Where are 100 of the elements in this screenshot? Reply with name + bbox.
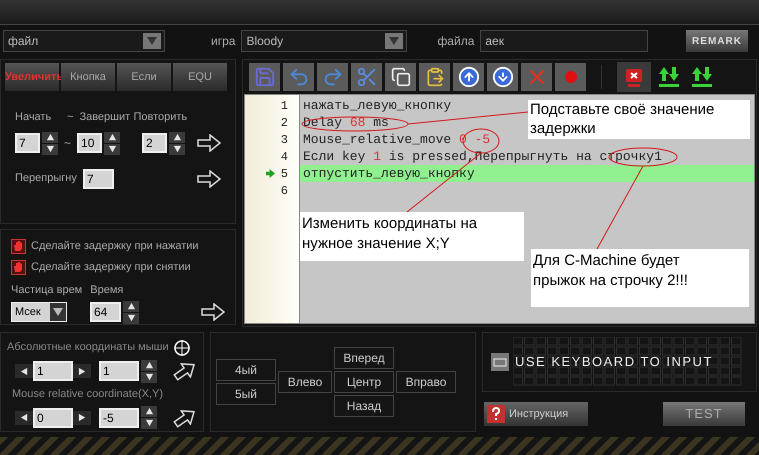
- dropdown-caret-icon: [50, 303, 66, 321]
- line-number: 1: [280, 98, 288, 114]
- increment-button[interactable]: [104, 132, 120, 142]
- time-label: Время: [90, 283, 124, 298]
- line-number: 5: [280, 166, 288, 182]
- line-number: 2: [280, 114, 288, 132]
- mouse-button[interactable]: Влево: [278, 371, 332, 393]
- line-number: 4: [280, 148, 288, 166]
- annotation-note: Для C-Machine будет прыжок на строчку 2!!!: [531, 249, 749, 307]
- command-tab[interactable]: Кнопка: [61, 63, 115, 91]
- help-button[interactable]: Инструкция: [484, 402, 588, 426]
- up-down-arrows-icon: [690, 65, 714, 89]
- record-icon: [564, 70, 578, 84]
- number-field[interactable]: 64: [90, 302, 121, 322]
- remark-button[interactable]: REMARK: [686, 30, 748, 52]
- absolute-coordinates-label: Абсолютные координаты мыши: [7, 340, 169, 355]
- save-icon: [254, 66, 276, 88]
- line-number: 6: [280, 182, 288, 200]
- apply-arrow-button[interactable]: [201, 302, 225, 322]
- outline-arrow-icon: [197, 170, 221, 188]
- triangle-up-icon: [46, 132, 54, 142]
- keyboard-input-label[interactable]: USE KEYBOARD TO INPUT: [515, 352, 713, 372]
- decrement-button[interactable]: [42, 144, 58, 154]
- triangle-down-icon: [144, 419, 154, 428]
- decrease-button[interactable]: [15, 410, 33, 424]
- game-dropdown[interactable]: Bloody: [241, 30, 408, 52]
- triangle-up-icon: [172, 132, 182, 142]
- start-label: Начать: [15, 110, 52, 125]
- number-field[interactable]: 1: [99, 361, 139, 381]
- decrement-button[interactable]: [123, 312, 139, 324]
- current-line-icon: [266, 169, 275, 178]
- mouse-button[interactable]: 4ый: [216, 359, 276, 381]
- hand-icon: [11, 239, 26, 254]
- triangle-down-icon: [126, 314, 136, 322]
- increment-button[interactable]: [141, 360, 157, 370]
- increment-button[interactable]: [141, 406, 157, 417]
- relative-coordinates-label: Mouse relative coordinate(X,Y): [12, 386, 164, 402]
- delay-option-label[interactable]: Сделайте задержку при снятии: [31, 259, 191, 276]
- number-field[interactable]: 10: [77, 133, 102, 153]
- time-unit-dropdown[interactable]: Мсек: [11, 302, 67, 322]
- triangle-down-icon: [144, 372, 154, 382]
- end-label: Завершит: [79, 110, 128, 125]
- triangle-up-icon: [144, 407, 154, 416]
- file-dropdown[interactable]: файл: [3, 30, 165, 52]
- increment-button[interactable]: [123, 300, 139, 312]
- number-field[interactable]: 0: [33, 408, 73, 428]
- mouse-button[interactable]: Назад: [334, 395, 394, 417]
- number-field[interactable]: -5: [99, 408, 139, 428]
- dropdown-caret-icon: [143, 33, 161, 49]
- apply-arrow-button[interactable]: [173, 408, 197, 428]
- increase-button[interactable]: [73, 364, 91, 378]
- crosshair-icon: [173, 339, 191, 357]
- triangle-left-icon: [20, 413, 28, 422]
- dropdown-value: Bloody: [246, 33, 284, 50]
- number-field[interactable]: 7: [83, 168, 114, 188]
- apply-arrow-button[interactable]: [197, 133, 221, 153]
- triangle-left-icon: [20, 366, 28, 376]
- code-line[interactable]: нажать_левую_кнопку: [300, 97, 452, 114]
- paste-icon: [424, 67, 444, 87]
- delay-option-label[interactable]: Сделайте задержку при нажатии: [31, 238, 199, 255]
- number-field[interactable]: 2: [142, 133, 168, 153]
- mouse-button[interactable]: 5ый: [216, 383, 276, 405]
- decrease-button[interactable]: [15, 364, 33, 378]
- outline-arrow-icon: [197, 134, 221, 152]
- command-tab[interactable]: Если: [117, 63, 171, 91]
- mouse-button[interactable]: Центр: [334, 371, 394, 393]
- decrement-button[interactable]: [141, 372, 157, 382]
- move-down-button[interactable]: [487, 63, 518, 91]
- copy-icon: [390, 67, 410, 87]
- apply-arrow-button[interactable]: [197, 168, 221, 188]
- up-down-arrows-icon: [657, 65, 681, 89]
- decrement-button[interactable]: [104, 144, 120, 154]
- dropdown-value: файл: [8, 33, 38, 50]
- dropdown-value: Мсек: [15, 304, 41, 320]
- mouse-button[interactable]: Вперед: [334, 347, 394, 369]
- increment-button[interactable]: [42, 132, 58, 142]
- file-name-field[interactable]: аек: [480, 30, 648, 52]
- dropdown-caret-icon: [385, 33, 404, 49]
- apply-arrow-button[interactable]: [173, 361, 197, 381]
- increment-button[interactable]: [169, 132, 186, 142]
- triangle-down-icon: [108, 144, 117, 154]
- move-up-button[interactable]: [453, 63, 484, 91]
- time-unit-label: Частица врем: [11, 283, 82, 298]
- copy-button[interactable]: [385, 63, 416, 91]
- annotation-note: Подставьте своё значение задержки: [528, 100, 750, 139]
- code-line[interactable]: Delay 68 ms: [300, 114, 389, 131]
- jump-label: Перепрыгну: [15, 171, 78, 186]
- number-field[interactable]: 1: [33, 361, 73, 381]
- decrement-button[interactable]: [169, 144, 186, 154]
- number-field[interactable]: 7: [15, 133, 40, 153]
- clear-button[interactable]: [617, 62, 651, 92]
- decrement-button[interactable]: [141, 418, 157, 429]
- mouse-button[interactable]: Вправо: [396, 371, 456, 393]
- line-number: 3: [280, 132, 288, 148]
- increase-button[interactable]: [73, 410, 91, 424]
- repeat-label: Повторить: [133, 110, 188, 125]
- triangle-right-icon: [78, 366, 86, 376]
- command-tab[interactable]: EQU: [173, 63, 227, 91]
- clear-icon: [623, 66, 645, 88]
- paste-button[interactable]: [419, 63, 450, 91]
